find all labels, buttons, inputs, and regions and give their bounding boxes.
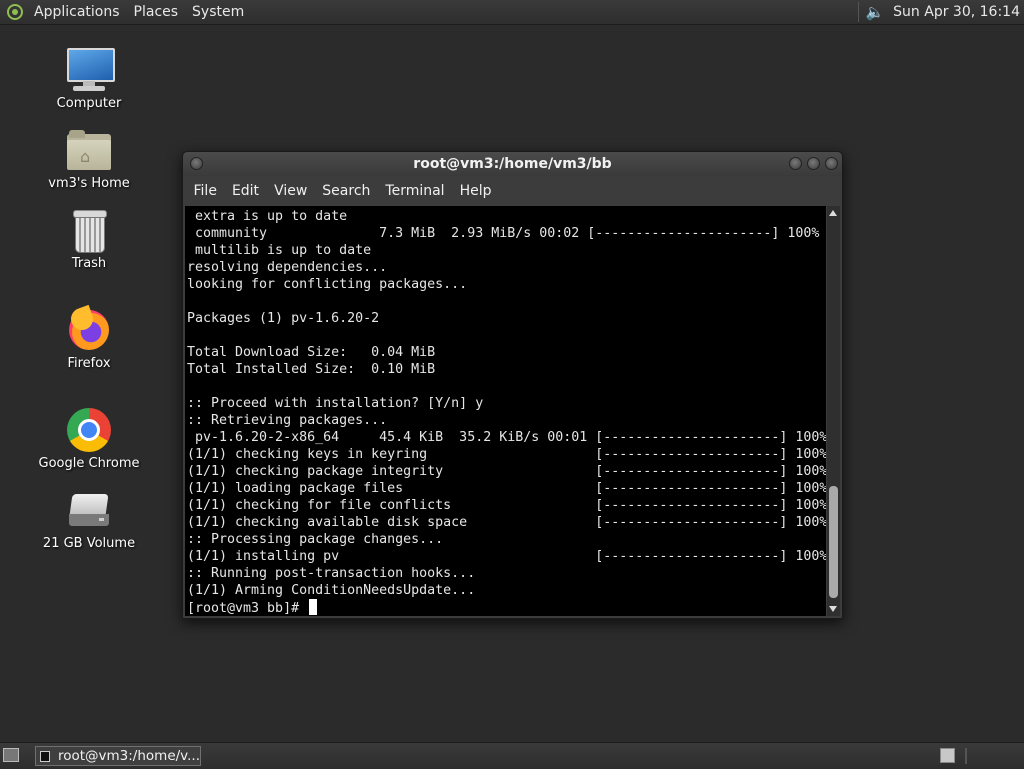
terminal-line: Total Download Size: 0.04 MiB	[187, 345, 436, 360]
clock[interactable]: Sun Apr 30, 16:14	[893, 4, 1020, 20]
terminal-scrollbar[interactable]	[827, 206, 840, 616]
terminal-text: extra is up to date community 7.3 MiB 2.…	[185, 206, 826, 616]
trash-icon	[65, 206, 113, 254]
terminal-line: resolving dependencies...	[187, 260, 388, 275]
terminal-line: (1/1) checking package integrity [------…	[187, 464, 826, 479]
terminal-line: (1/1) checking available disk space [---…	[187, 515, 826, 530]
terminal-line: extra is up to date	[187, 209, 348, 224]
terminal-output[interactable]: extra is up to date community 7.3 MiB 2.…	[185, 206, 826, 616]
scroll-down-arrow-icon[interactable]	[829, 606, 837, 612]
terminal-prompt-line: [root@vm3 bb]#	[187, 599, 826, 616]
terminal-window: root@vm3:/home/vm3/bb File Edit View Sea…	[182, 151, 843, 619]
terminal-icon	[40, 750, 50, 762]
terminal-line: multilib is up to date	[187, 243, 372, 258]
terminal-menubar: File Edit View Search Terminal Help	[183, 176, 842, 205]
show-desktop-icon[interactable]	[3, 748, 19, 762]
close-button[interactable]	[825, 157, 838, 170]
window-menu-button[interactable]	[190, 157, 203, 170]
scroll-up-arrow-icon[interactable]	[829, 210, 837, 216]
terminal-line: :: Running post-transaction hooks...	[187, 566, 476, 581]
terminal-line: :: Retrieving packages...	[187, 413, 388, 428]
bottom-panel: root@vm3:/home/v...	[0, 742, 1024, 769]
desktop-icon-label: Computer	[56, 96, 122, 111]
distro-logo-icon[interactable]	[7, 4, 23, 20]
terminal-line: (1/1) checking for file conflicts [-----…	[187, 498, 826, 513]
volume-icon[interactable]: 🔈	[865, 2, 885, 22]
drive-icon	[65, 486, 113, 534]
terminal-line: community 7.3 MiB 2.93 MiB/s 00:02 [----…	[187, 226, 820, 241]
menu-file[interactable]: File	[186, 183, 224, 199]
desktop-icon-home[interactable]: ⌂ vm3's Home	[34, 126, 144, 191]
home-folder-icon: ⌂	[65, 126, 113, 174]
applications-menu[interactable]: Applications	[27, 4, 127, 20]
terminal-line: (1/1) loading package files [-----------…	[187, 481, 826, 496]
terminal-line: Total Installed Size: 0.10 MiB	[187, 362, 436, 377]
desktop-icon-label: Trash	[71, 256, 107, 271]
desktop-icon-label: 21 GB Volume	[42, 536, 136, 551]
menu-edit[interactable]: Edit	[224, 183, 266, 199]
terminal-line: :: Proceed with installation? [Y/n] y	[187, 396, 484, 411]
places-menu[interactable]: Places	[127, 4, 186, 20]
chrome-icon	[65, 406, 113, 454]
panel-handle	[965, 748, 967, 764]
terminal-line: (1/1) checking keys in keyring [--------…	[187, 447, 826, 462]
terminal-line: (1/1) installing pv [-------------------…	[187, 549, 826, 564]
desktop-icon-label: Google Chrome	[38, 456, 140, 471]
desktop-icon-label: Firefox	[67, 356, 111, 371]
desktop-icon-volume[interactable]: 21 GB Volume	[34, 486, 144, 551]
menu-view[interactable]: View	[267, 183, 315, 199]
window-title: root@vm3:/home/vm3/bb	[413, 156, 612, 172]
menu-search[interactable]: Search	[315, 183, 378, 199]
firefox-icon	[65, 304, 113, 354]
taskbar-terminal-button[interactable]: root@vm3:/home/v...	[35, 746, 201, 766]
menu-terminal[interactable]: Terminal	[378, 183, 452, 199]
desktop-icon-chrome[interactable]: Google Chrome	[34, 406, 144, 471]
workspace-switcher[interactable]	[940, 748, 955, 763]
terminal-prompt: [root@vm3 bb]#	[187, 601, 308, 616]
computer-icon	[65, 46, 115, 94]
window-titlebar[interactable]: root@vm3:/home/vm3/bb	[183, 152, 842, 176]
desktop-icon-trash[interactable]: Trash	[34, 206, 144, 271]
system-menu[interactable]: System	[185, 4, 251, 20]
scrollbar-thumb[interactable]	[829, 486, 838, 598]
desktop-icon-label: vm3's Home	[48, 176, 130, 191]
taskbar-task-label: root@vm3:/home/v...	[57, 748, 200, 764]
window-controls	[789, 157, 838, 170]
panel-separator	[858, 2, 860, 22]
terminal-line: pv-1.6.20-2-x86_64 45.4 KiB 35.2 KiB/s 0…	[187, 430, 826, 445]
terminal-line: (1/1) Arming ConditionNeedsUpdate...	[187, 583, 476, 598]
minimize-button[interactable]	[789, 157, 802, 170]
menu-help[interactable]: Help	[452, 183, 499, 199]
terminal-line: :: Processing package changes...	[187, 532, 444, 547]
terminal-cursor	[309, 599, 318, 615]
terminal-line: looking for conflicting packages...	[187, 277, 468, 292]
desktop-icon-firefox[interactable]: Firefox	[34, 304, 144, 371]
desktop-icon-computer[interactable]: Computer	[34, 46, 144, 111]
terminal-line: Packages (1) pv-1.6.20-2	[187, 311, 380, 326]
maximize-button[interactable]	[807, 157, 820, 170]
top-panel: Applications Places System 🔈 Sun Apr 30,…	[0, 0, 1024, 25]
